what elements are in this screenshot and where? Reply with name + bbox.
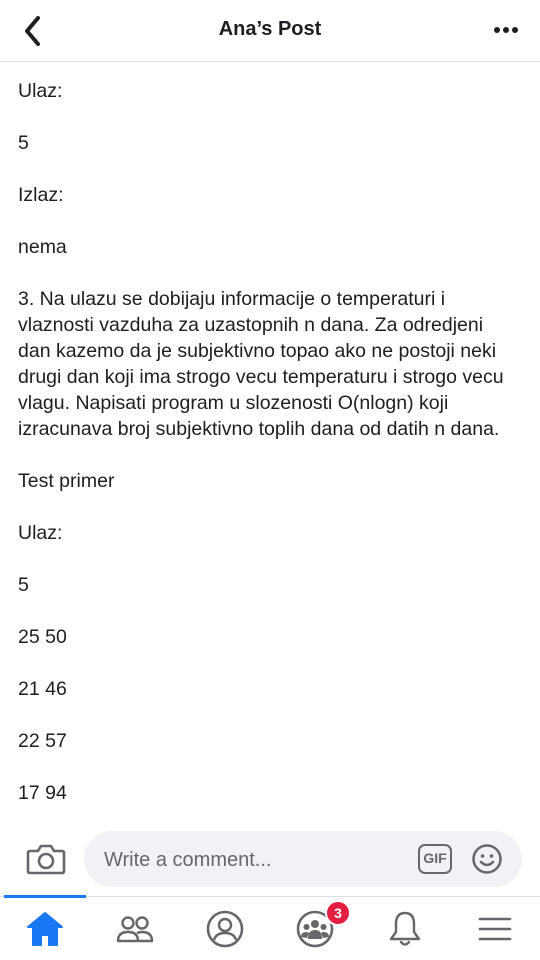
post-paragraph: 17 94 <box>18 782 67 804</box>
post-paragraph: nema <box>18 236 67 258</box>
gif-button[interactable]: GIF <box>418 844 452 874</box>
emoji-button[interactable] <box>471 843 503 875</box>
more-options-button[interactable] <box>490 20 524 40</box>
post-paragraph: Izlaz: <box>18 184 64 206</box>
post-paragraph: 3. Na ulazu se dobijaju informacije o te… <box>18 288 504 440</box>
tab-profile[interactable] <box>203 907 247 951</box>
tab-menu[interactable] <box>473 907 517 951</box>
comment-bar: GIF <box>0 822 540 896</box>
page-title: Ana’s Post <box>218 18 322 40</box>
bell-icon <box>389 911 421 946</box>
tab-home[interactable] <box>23 907 67 951</box>
comment-field: GIF <box>84 831 522 887</box>
post-header: Ana’s Post <box>0 0 540 62</box>
home-icon <box>27 912 63 946</box>
post-paragraph: 5 <box>18 132 29 154</box>
profile-icon <box>206 910 244 948</box>
post-text: Ulaz: 5 Izlaz: nema 3. Na ulazu se dobij… <box>18 78 518 821</box>
menu-icon <box>478 917 512 941</box>
tab-notifications[interactable] <box>383 907 427 951</box>
post-paragraph: 25 50 <box>18 626 67 648</box>
comment-input[interactable] <box>102 841 406 879</box>
notification-badge: 3 <box>325 900 351 926</box>
friends-icon <box>116 916 154 943</box>
post-paragraph: Ulaz: <box>18 80 63 102</box>
camera-button[interactable] <box>26 842 66 876</box>
tab-friends[interactable] <box>113 907 157 951</box>
more-icon <box>494 27 518 33</box>
bottom-tab-bar: 3 <box>0 895 540 960</box>
camera-icon <box>26 844 66 875</box>
post-paragraph: Test primer <box>18 470 115 492</box>
smiley-icon <box>472 844 502 874</box>
post-paragraph: 21 46 <box>18 678 67 700</box>
post-body: Ulaz: 5 Izlaz: nema 3. Na ulazu se dobij… <box>0 63 540 821</box>
post-paragraph: Ulaz: <box>18 522 63 544</box>
active-tab-indicator <box>4 895 86 898</box>
post-paragraph: 22 57 <box>18 730 67 752</box>
post-paragraph: 5 <box>18 574 29 596</box>
